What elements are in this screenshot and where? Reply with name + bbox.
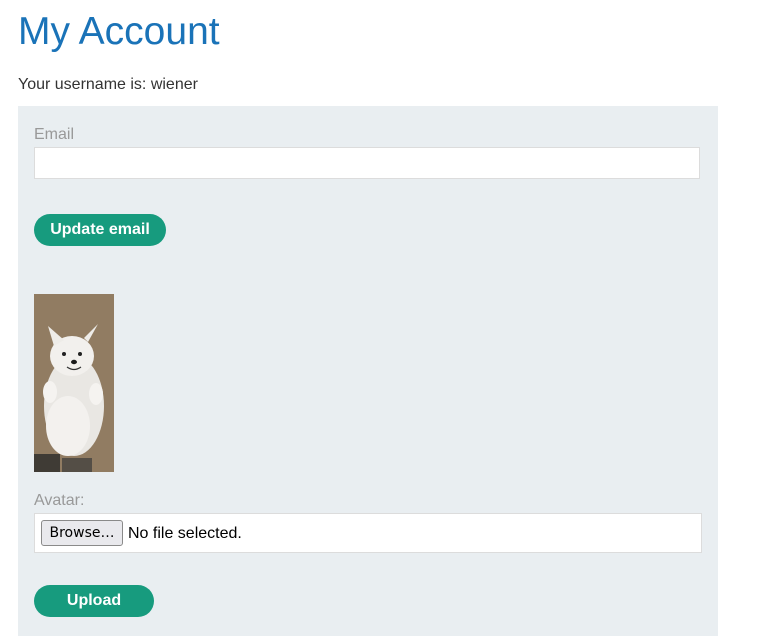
email-label: Email: [34, 126, 75, 143]
account-panel: Email Update email Avatar: Browse… No fi…: [18, 106, 718, 636]
account-page: My Account Your username is: wiener Emai…: [0, 0, 761, 636]
dog-photo-icon: [34, 294, 114, 472]
update-email-button[interactable]: Update email: [34, 214, 166, 246]
email-input[interactable]: [34, 147, 700, 179]
page-title: My Account: [18, 10, 220, 53]
avatar-label: Avatar:: [34, 492, 85, 509]
file-status-text: No file selected.: [128, 525, 242, 542]
username-text: Your username is: wiener: [18, 76, 198, 93]
browse-button[interactable]: Browse…: [41, 520, 123, 546]
avatar-image: [34, 294, 114, 472]
upload-button[interactable]: Upload: [34, 585, 154, 617]
avatar-file-input[interactable]: Browse… No file selected.: [34, 513, 702, 553]
